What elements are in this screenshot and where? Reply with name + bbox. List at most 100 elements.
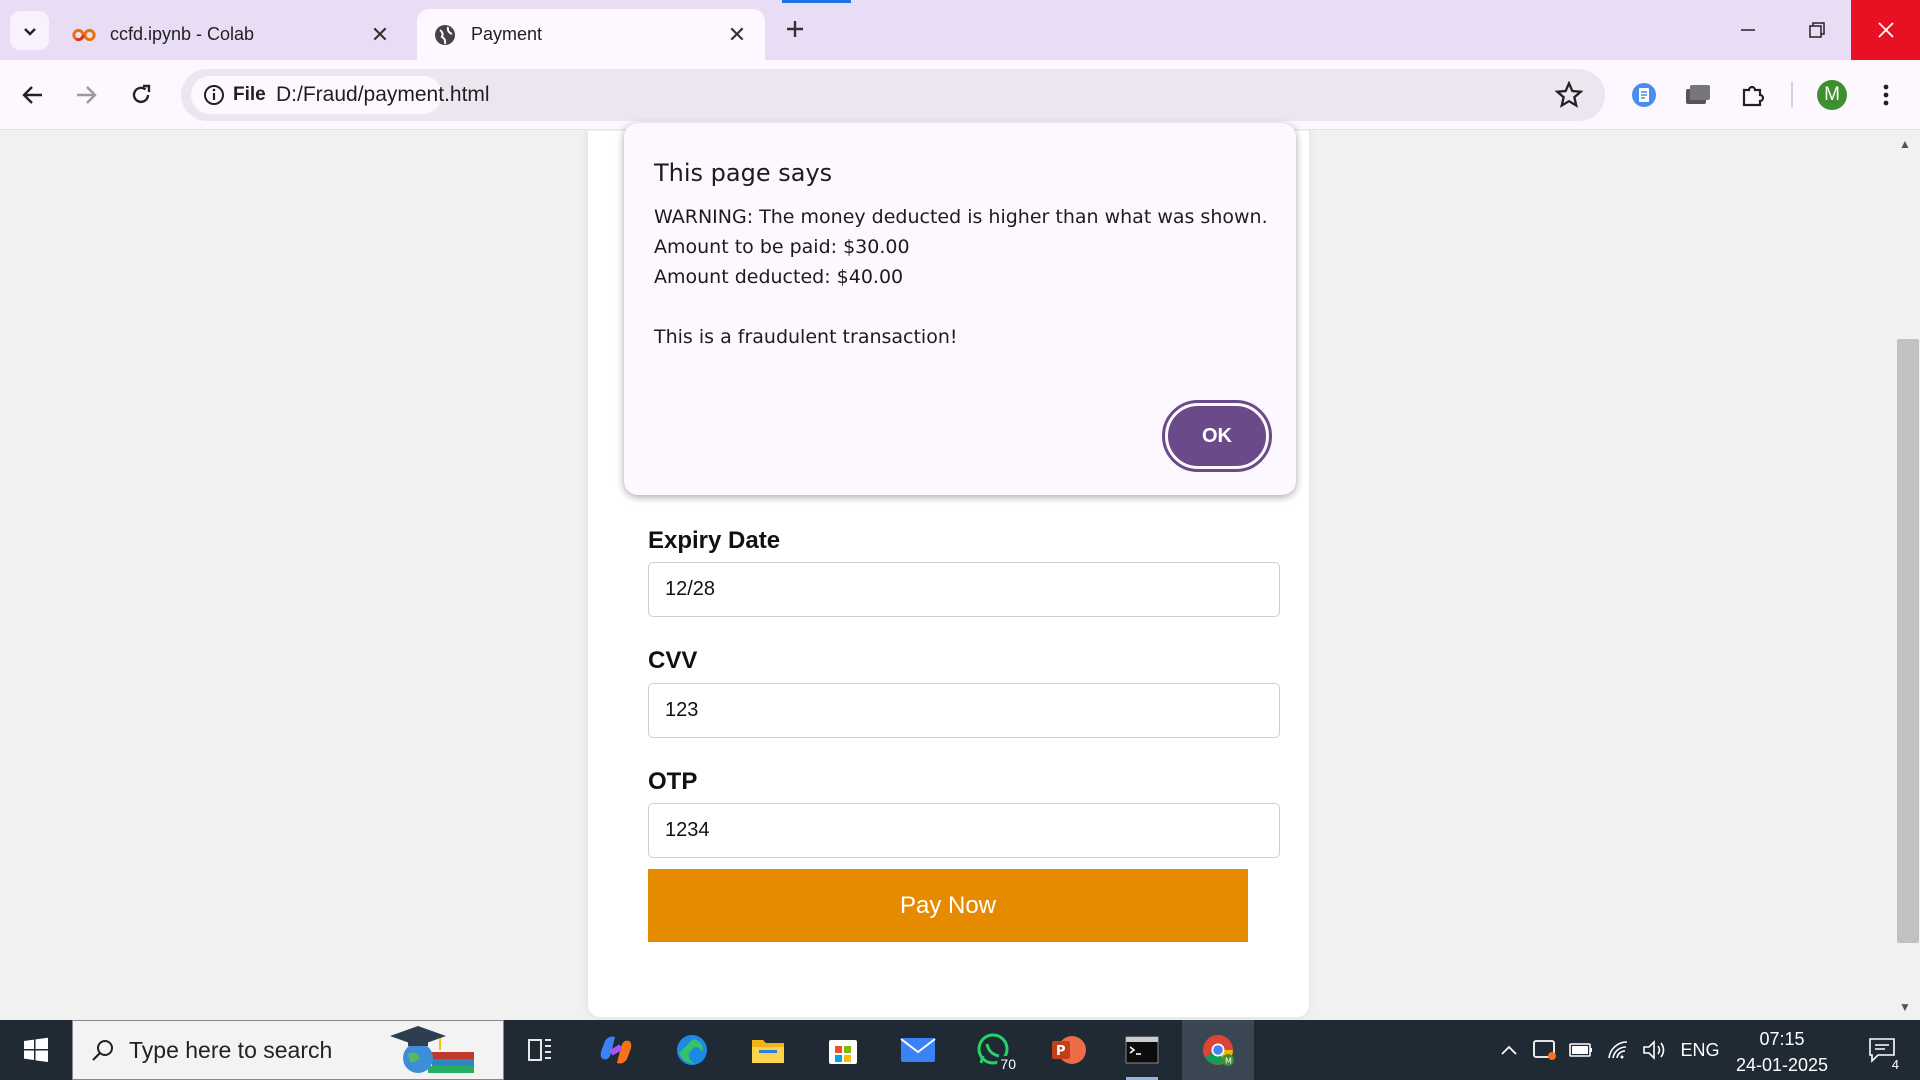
avatar: M [1817, 80, 1847, 110]
back-button[interactable] [14, 76, 52, 114]
close-window-button[interactable] [1851, 0, 1920, 60]
chip-label: File [233, 84, 266, 105]
dialog-message-line: WARNING: The money deducted is higher th… [654, 206, 1268, 228]
toolbar-separator [1791, 82, 1793, 108]
edge-icon [677, 1035, 707, 1065]
search-icon [92, 1040, 113, 1061]
chevron-up-icon [1501, 1045, 1517, 1055]
restore-button[interactable] [1782, 0, 1851, 60]
dialog-message-line: Amount deducted: $40.00 [654, 266, 904, 288]
whatsapp-badge: 70 [997, 1056, 1019, 1072]
terminal-button[interactable] [1114, 1026, 1170, 1080]
dialog-message-line: Amount to be paid: $30.00 [654, 236, 910, 258]
cvv-input[interactable]: 123 [648, 683, 1280, 738]
ok-button[interactable]: OK [1162, 400, 1272, 472]
chevron-down-icon [23, 27, 36, 36]
info-icon [204, 85, 224, 105]
loading-indicator [782, 0, 851, 3]
media-extension-icon [1686, 85, 1710, 104]
wifi-tray-button[interactable] [1604, 1020, 1634, 1080]
restore-icon [1808, 22, 1825, 38]
wifi-icon [1608, 1041, 1628, 1059]
windows-logo-icon [24, 1037, 48, 1062]
reload-button[interactable] [122, 76, 160, 114]
start-button[interactable] [0, 1020, 72, 1080]
mail-button[interactable] [890, 1026, 946, 1074]
tab-payment[interactable]: Payment ✕ [417, 9, 765, 60]
task-view-icon [528, 1039, 551, 1061]
bookmark-star-icon[interactable] [1555, 81, 1583, 109]
extension-doc-button[interactable] [1626, 77, 1662, 113]
expiry-date-label: Expiry Date [648, 527, 781, 554]
chrome-icon: M [1203, 1035, 1234, 1066]
task-view-button[interactable] [512, 1026, 568, 1074]
close-tab-icon[interactable]: ✕ [725, 22, 749, 47]
mail-icon [900, 1038, 936, 1062]
kebab-menu-icon [1883, 84, 1889, 106]
folder-icon [752, 1040, 784, 1063]
search-placeholder: Type here to search [129, 1036, 333, 1063]
extensions-button[interactable] [1735, 77, 1771, 113]
forward-button[interactable] [67, 76, 105, 114]
otp-label: OTP [648, 768, 698, 795]
tab-title: Payment [471, 24, 543, 44]
device-icon [1533, 1040, 1556, 1060]
powerpoint-button[interactable]: P [1040, 1026, 1096, 1074]
globe-icon [433, 23, 457, 47]
minimize-icon [1740, 29, 1755, 31]
tab-title: ccfd.ipynb - Colab [110, 24, 255, 44]
extension-media-button[interactable] [1680, 77, 1716, 113]
taskbar-search-box[interactable]: Type here to search [72, 1020, 504, 1080]
powerpoint-icon: P [1052, 1036, 1086, 1064]
clock-time: 07:15 [1759, 1029, 1805, 1049]
dialog-title: This page says [654, 159, 833, 187]
scroll-up-arrow-icon[interactable]: ▲ [1899, 137, 1911, 151]
graduation-books-icon [390, 1026, 475, 1073]
clock-date: 24-01-2025 [1735, 1055, 1829, 1075]
clock[interactable]: 07:15 24-01-2025 [1722, 1026, 1842, 1078]
svg-text:P: P [1056, 1044, 1066, 1059]
close-icon [1877, 22, 1894, 38]
speaker-icon [1643, 1040, 1665, 1060]
chrome-button[interactable]: M [1182, 1020, 1254, 1080]
puzzle-icon [1742, 85, 1765, 107]
edge-button[interactable] [664, 1026, 720, 1074]
tab-search-button[interactable] [10, 11, 49, 50]
battery-tray-button[interactable] [1566, 1020, 1596, 1080]
scroll-down-arrow-icon[interactable]: ▼ [1899, 1000, 1911, 1014]
address-bar[interactable]: File D:/Fraud/payment.html [181, 69, 1605, 121]
otp-input[interactable]: 1234 [648, 803, 1280, 858]
taskbar: Type here to search 70 P M ENG 07:15 24-… [0, 1020, 1920, 1080]
cvv-label: CVV [648, 647, 698, 674]
meet-now-tray-button[interactable] [1530, 1020, 1560, 1080]
tab-colab[interactable]: ccfd.ipynb - Colab ✕ [56, 9, 408, 60]
terminal-icon [1125, 1036, 1159, 1064]
scrollbar-thumb[interactable] [1897, 339, 1919, 943]
copilot-icon [600, 1036, 632, 1064]
menu-button[interactable] [1868, 77, 1904, 113]
colab-icon [72, 23, 96, 47]
show-hidden-icons-button[interactable] [1494, 1020, 1524, 1080]
expiry-date-input[interactable]: 12/28 [648, 562, 1280, 617]
copilot-button[interactable] [588, 1026, 644, 1074]
notification-count: 4 [1888, 1057, 1902, 1072]
dialog-message-line: This is a fraudulent transaction! [654, 326, 958, 348]
store-icon [829, 1040, 857, 1064]
url-text[interactable]: D:/Fraud/payment.html [276, 83, 490, 107]
microsoft-store-button[interactable] [815, 1026, 871, 1074]
pay-now-button[interactable]: Pay Now [648, 869, 1248, 942]
minimize-button[interactable] [1713, 0, 1782, 60]
file-explorer-button[interactable] [740, 1026, 796, 1074]
notification-center-button[interactable]: 4 [1858, 1020, 1906, 1080]
document-extension-icon [1632, 83, 1656, 107]
plus-icon [787, 21, 803, 37]
volume-tray-button[interactable] [1640, 1020, 1670, 1080]
new-tab-button[interactable] [780, 14, 810, 44]
profile-button[interactable]: M [1814, 77, 1850, 113]
close-tab-icon[interactable]: ✕ [368, 22, 392, 47]
whatsapp-button[interactable]: 70 [965, 1026, 1021, 1074]
language-indicator[interactable]: ENG [1680, 1020, 1720, 1080]
battery-icon [1569, 1043, 1592, 1057]
tab-strip: ccfd.ipynb - Colab ✕ Payment ✕ [0, 0, 1920, 60]
browser-toolbar: File D:/Fraud/payment.html M [0, 60, 1920, 130]
